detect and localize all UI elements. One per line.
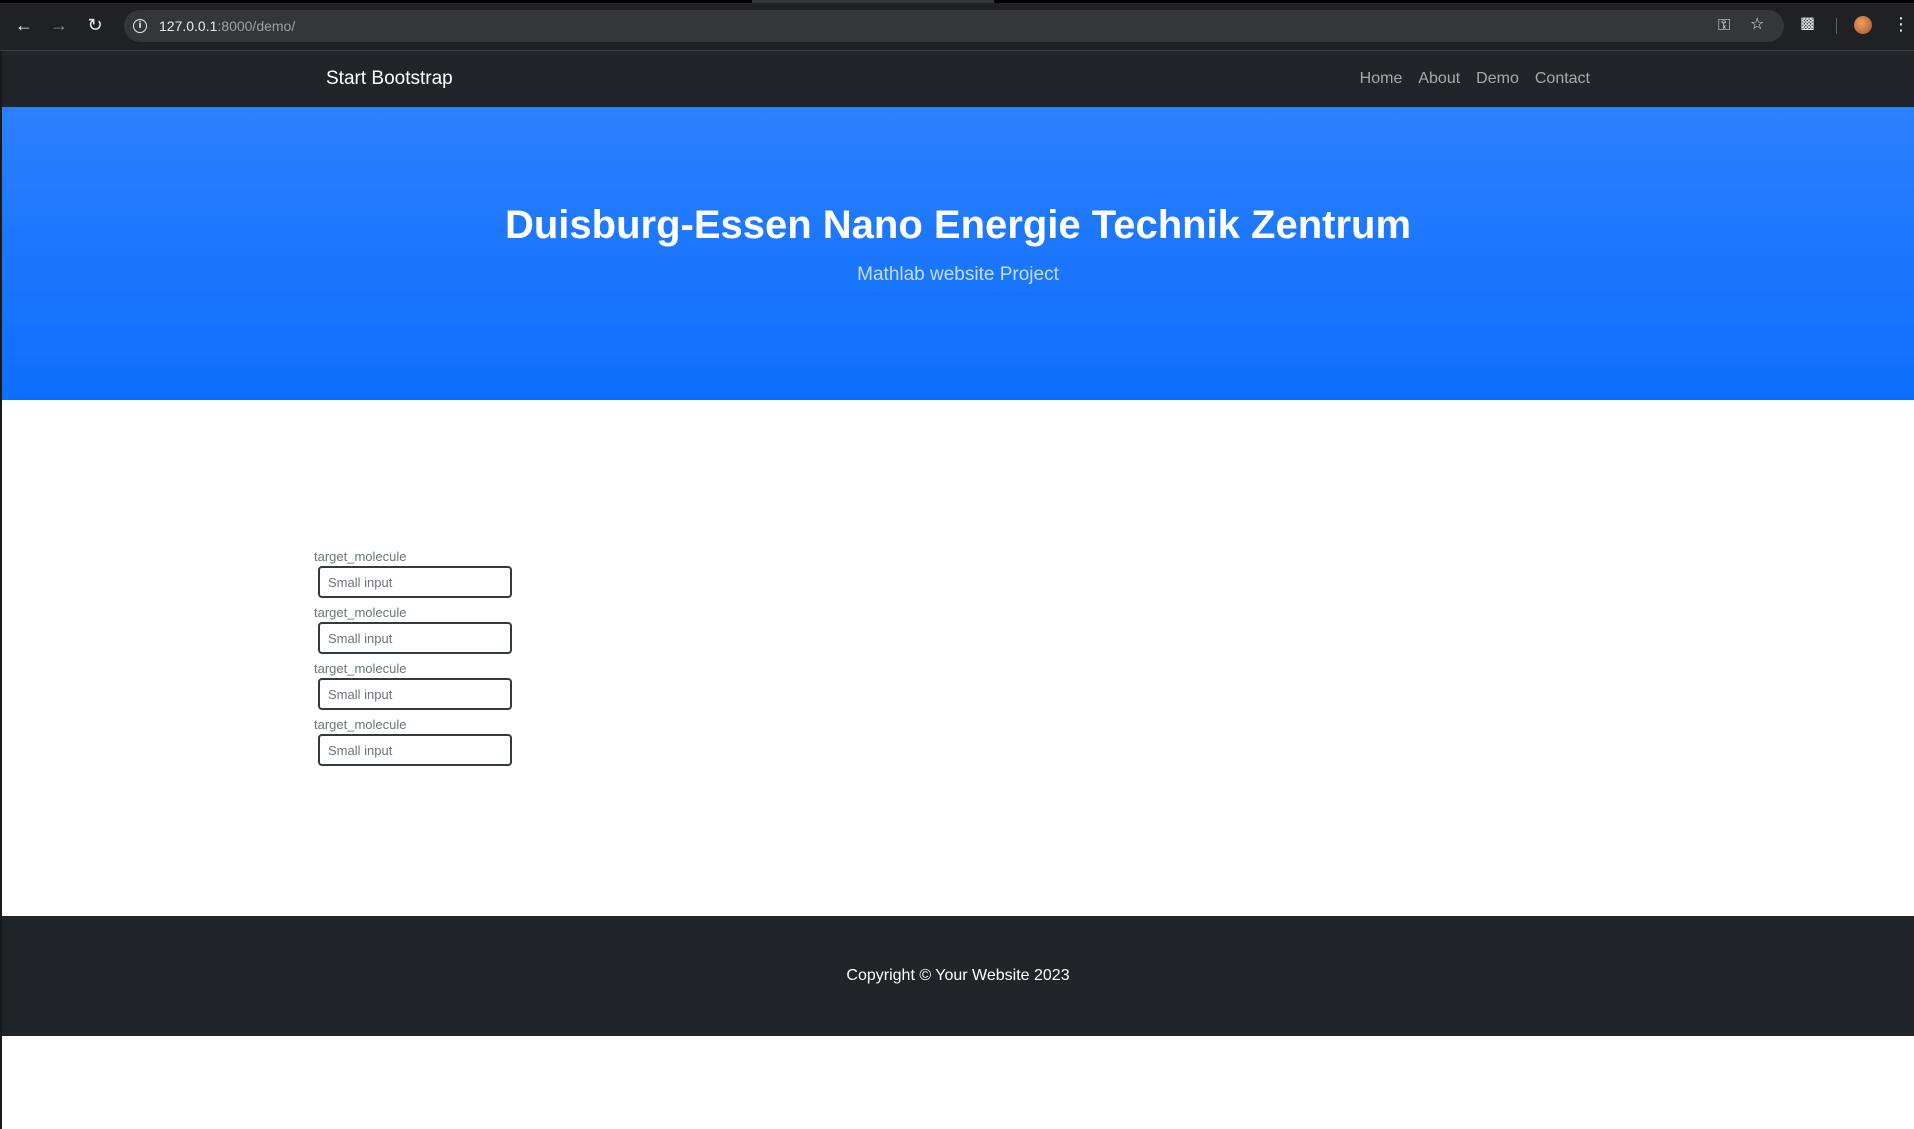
target-molecule-input-3[interactable]	[318, 678, 512, 710]
target-molecule-input-2[interactable]	[318, 622, 512, 654]
browser-toolbar: ← → ↻ i 127.0.0.1:8000/demo/ ⚿ ☆ ▩ ⋮	[0, 0, 1914, 51]
navbar-brand[interactable]: Start Bootstrap	[326, 68, 453, 90]
nav-link-home[interactable]: Home	[1360, 70, 1403, 88]
footer-copyright: Copyright © Your Website 2023	[846, 967, 1070, 984]
hero-title: Duisburg-Essen Nano Energie Technik Zent…	[504, 203, 1412, 247]
target-molecule-input-4[interactable]	[318, 734, 512, 766]
url-host: 127.0.0.1	[159, 18, 218, 34]
nav-link-demo[interactable]: Demo	[1476, 70, 1519, 88]
profile-avatar[interactable]	[1854, 16, 1872, 34]
toolbar-divider	[1836, 18, 1837, 34]
hero-subtitle: Mathlab website Project	[857, 264, 1059, 285]
nav-link-about[interactable]: About	[1418, 70, 1460, 88]
field-label: target_molecule	[314, 549, 407, 564]
site-info-icon[interactable]: i	[133, 19, 147, 33]
bookmark-star-icon[interactable]: ☆	[1750, 14, 1764, 33]
target-molecule-input-1[interactable]	[318, 566, 512, 598]
url-text[interactable]: 127.0.0.1:8000/demo/	[159, 18, 295, 34]
active-tab[interactable]	[752, 0, 994, 3]
hero-header: Duisburg-Essen Nano Energie Technik Zent…	[2, 107, 1914, 400]
nav-link-contact[interactable]: Contact	[1535, 70, 1590, 88]
tab-strip	[0, 0, 1914, 3]
address-bar[interactable]: i 127.0.0.1:8000/demo/	[124, 10, 1784, 42]
site-footer: Copyright © Your Website 2023	[2, 916, 1914, 1036]
site-navbar: Start Bootstrap Home About Demo Contact	[2, 51, 1914, 107]
forward-arrow-icon[interactable]: →	[48, 14, 70, 36]
password-key-icon[interactable]: ⚿	[1718, 15, 1730, 35]
nav-links: Home About Demo Contact	[1360, 70, 1590, 88]
back-arrow-icon[interactable]: ←	[13, 14, 35, 36]
extensions-puzzle-icon[interactable]: ▩	[1800, 13, 1815, 32]
reload-icon[interactable]: ↻	[84, 14, 106, 36]
url-path: :8000/demo/	[217, 18, 296, 34]
menu-kebab-icon[interactable]: ⋮	[1892, 14, 1910, 35]
field-label: target_molecule	[314, 661, 407, 676]
field-label: target_molecule	[314, 605, 407, 620]
field-label: target_molecule	[314, 717, 407, 732]
demo-form: target_molecule target_molecule target_m…	[314, 548, 512, 772]
